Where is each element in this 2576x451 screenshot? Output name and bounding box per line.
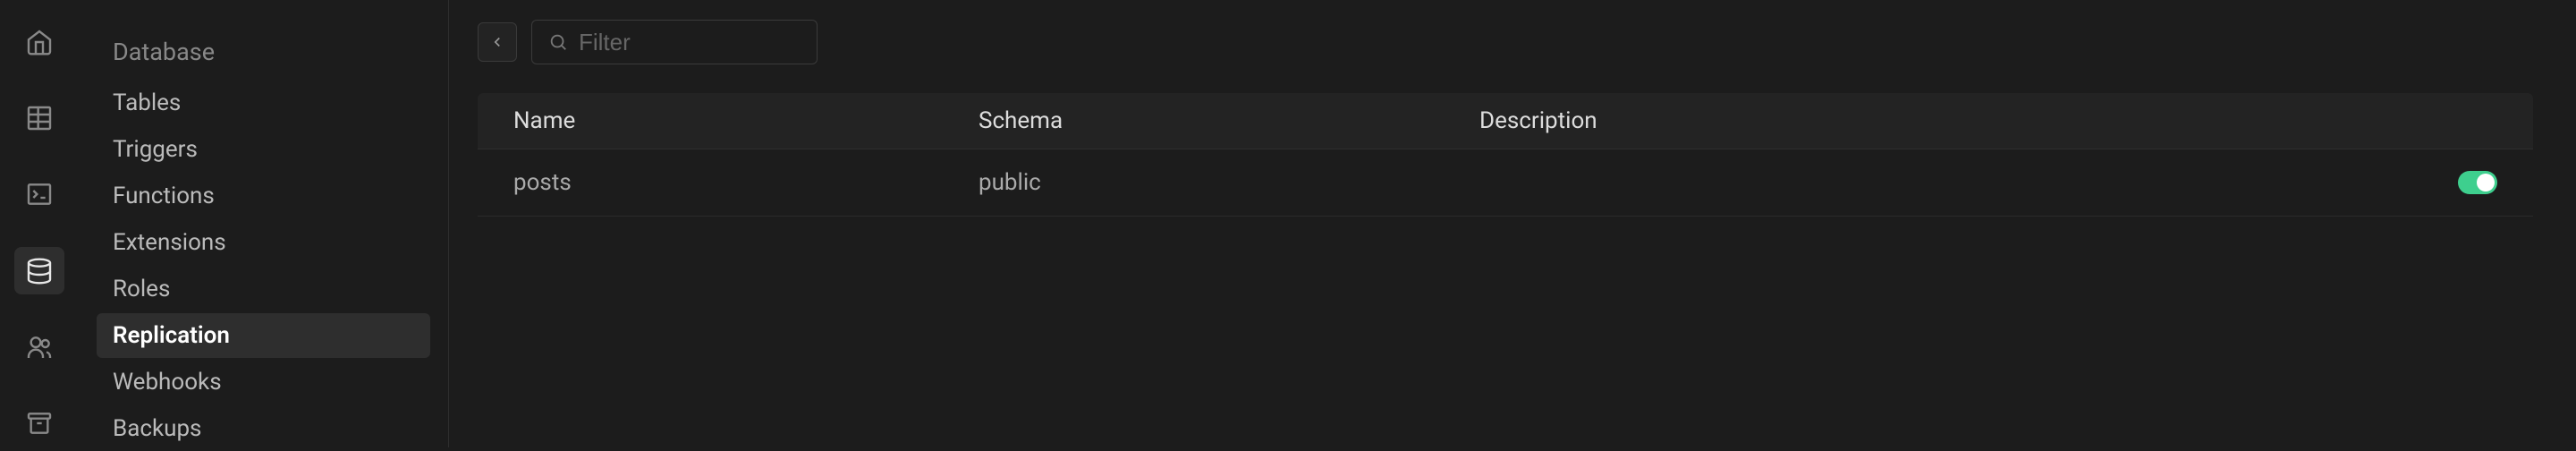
sidebar-item-functions[interactable]: Functions — [97, 174, 430, 218]
sidebar-item-extensions[interactable]: Extensions — [97, 220, 430, 265]
sidebar-item-backups[interactable]: Backups — [97, 406, 430, 451]
table-row: posts public — [478, 149, 2533, 217]
row-toggle-cell — [2444, 171, 2497, 194]
rail-storage[interactable] — [14, 400, 64, 447]
archive-icon — [25, 409, 54, 438]
chevron-left-icon — [489, 34, 505, 50]
rail-auth[interactable] — [14, 323, 64, 370]
header-toggle — [2444, 107, 2497, 134]
rail-database[interactable] — [14, 247, 64, 294]
sidebar-item-triggers[interactable]: Triggers — [97, 127, 430, 172]
users-icon — [25, 333, 54, 362]
sidebar-title: Database — [97, 27, 430, 77]
sidebar-item-roles[interactable]: Roles — [97, 267, 430, 311]
toolbar — [478, 20, 2533, 64]
database-icon — [25, 257, 54, 285]
terminal-icon — [25, 180, 54, 208]
search-box[interactable] — [531, 20, 818, 64]
home-icon — [25, 28, 54, 56]
toggle-knob — [2477, 174, 2495, 191]
table-icon — [25, 104, 54, 132]
sidebar-item-replication[interactable]: Replication — [97, 313, 430, 358]
search-icon — [548, 32, 568, 52]
row-schema: public — [979, 169, 1479, 196]
search-input[interactable] — [579, 29, 801, 56]
rail-sql-editor[interactable] — [14, 171, 64, 218]
replication-toggle[interactable] — [2458, 171, 2497, 194]
icon-rail — [0, 0, 79, 447]
sidebar-item-tables[interactable]: Tables — [97, 81, 430, 125]
replication-table: Name Schema Description posts public — [478, 93, 2533, 217]
sidebar: Database Tables Triggers Functions Exten… — [79, 0, 449, 447]
table-header: Name Schema Description — [478, 93, 2533, 149]
header-description: Description — [1479, 107, 2444, 134]
back-button[interactable] — [478, 22, 517, 62]
rail-table-editor[interactable] — [14, 94, 64, 141]
row-name: posts — [513, 169, 979, 196]
rail-home[interactable] — [14, 18, 64, 65]
sidebar-item-webhooks[interactable]: Webhooks — [97, 360, 430, 404]
header-schema: Schema — [979, 107, 1479, 134]
header-name: Name — [513, 107, 979, 134]
main-content: Name Schema Description posts public — [449, 0, 2576, 447]
